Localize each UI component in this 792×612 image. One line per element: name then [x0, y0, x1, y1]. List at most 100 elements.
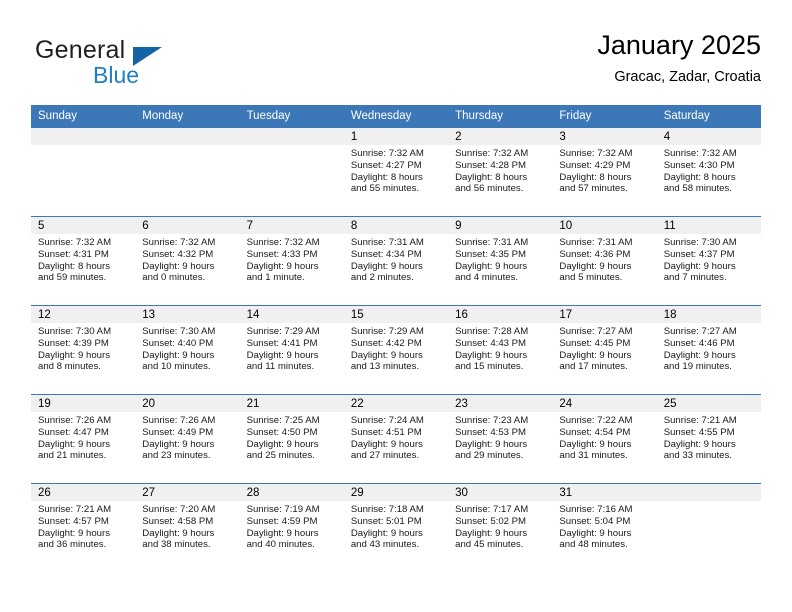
day-detail-line: Daylight: 9 hours: [350, 527, 423, 539]
calendar-cell-day-19[interactable]: 19 Sunrise: 7:26 AM Sunset: 4:47 PM Dayligh…: [31, 394, 136, 484]
day-details: Sunrise: 7:29 AM Sunset: 4:41 PM Daylight:…: [240, 323, 344, 373]
day-cell: 16 Sunrise: 7:28 AM Sunset: 4:43 PM Dayligh…: [448, 306, 553, 394]
day-number: 10: [552, 217, 657, 234]
day-detail-line: Daylight: 8 hours: [455, 171, 528, 183]
day-number: 11: [656, 217, 761, 234]
day-detail-line: Sunrise: 7:21 AM: [38, 504, 112, 515]
day-details: Sunrise: 7:27 AM Sunset: 4:45 PM Daylight:…: [552, 323, 656, 373]
day-number: [239, 128, 344, 145]
day-details: Sunrise: 7:32 AM Sunset: 4:32 PM Daylight:…: [135, 234, 239, 284]
day-detail-line: Sunrise: 7:18 AM: [350, 504, 424, 515]
day-number: 24: [552, 395, 657, 412]
day-details: Sunrise: 7:23 AM Sunset: 4:53 PM Daylight:…: [448, 412, 552, 462]
day-detail-line: Sunset: 4:49 PM: [142, 426, 214, 438]
day-number: 6: [135, 217, 240, 234]
calendar-cell-day-24[interactable]: 24 Sunrise: 7:22 AM Sunset: 4:54 PM Dayligh…: [552, 394, 657, 484]
day-details: Sunrise: 7:30 AM Sunset: 4:39 PM Daylight:…: [31, 323, 135, 373]
day-detail-line: and 8 minutes.: [38, 361, 101, 373]
calendar-cell-day-20[interactable]: 20 Sunrise: 7:26 AM Sunset: 4:49 PM Dayligh…: [135, 394, 240, 484]
day-details: Sunrise: 7:27 AM Sunset: 4:46 PM Daylight:…: [657, 323, 761, 373]
day-detail-line: Sunset: 4:45 PM: [559, 337, 631, 349]
day-detail-line: Sunset: 4:35 PM: [455, 248, 527, 260]
calendar-cell-day-26[interactable]: 26 Sunrise: 7:21 AM Sunset: 4:57 PM Dayligh…: [31, 483, 136, 572]
calendar-cell-day-11[interactable]: 11 Sunrise: 7:30 AM Sunset: 4:37 PM Dayligh…: [656, 216, 761, 306]
day-cell: 11 Sunrise: 7:30 AM Sunset: 4:37 PM Dayligh…: [656, 217, 761, 305]
calendar-cell-day-1[interactable]: 1 Sunrise: 7:32 AM Sunset: 4:27 PM Daylight…: [343, 127, 449, 217]
brand-word-blue: Blue: [93, 62, 140, 88]
day-number: 5: [31, 217, 136, 234]
day-detail-line: Sunrise: 7:30 AM: [38, 326, 112, 337]
day-detail-line: and 13 minutes.: [350, 361, 420, 373]
calendar-cell-day-8[interactable]: 8 Sunrise: 7:31 AM Sunset: 4:34 PM Daylight…: [343, 216, 449, 306]
day-details: Sunrise: 7:32 AM Sunset: 4:27 PM Daylight:…: [344, 145, 448, 195]
title-block: January 2025 Gracac, Zadar, Croatia: [597, 28, 761, 88]
day-detail-line: Daylight: 8 hours: [350, 171, 423, 183]
calendar-cell-day-23[interactable]: 23 Sunrise: 7:23 AM Sunset: 4:53 PM Dayligh…: [448, 394, 553, 484]
day-number: 7: [239, 217, 344, 234]
day-details: Sunrise: 7:31 AM Sunset: 4:34 PM Daylight:…: [344, 234, 448, 284]
day-detail-line: Sunrise: 7:17 AM: [455, 504, 529, 515]
day-number: [135, 128, 240, 145]
day-detail-line: and 27 minutes.: [350, 450, 420, 462]
calendar-cell-day-30[interactable]: 30 Sunrise: 7:17 AM Sunset: 5:02 PM Dayligh…: [448, 483, 553, 572]
calendar-cell-day-13[interactable]: 13 Sunrise: 7:30 AM Sunset: 4:40 PM Dayligh…: [135, 305, 240, 395]
calendar-cell-day-31[interactable]: 31 Sunrise: 7:16 AM Sunset: 5:04 PM Dayligh…: [552, 483, 657, 572]
calendar-cell-day-29[interactable]: 29 Sunrise: 7:18 AM Sunset: 5:01 PM Dayligh…: [343, 483, 449, 572]
day-detail-line: Sunset: 4:41 PM: [246, 337, 318, 349]
calendar-cell-day-5[interactable]: 5 Sunrise: 7:32 AM Sunset: 4:31 PM Daylight…: [31, 216, 136, 306]
brand-logo[interactable]: General Blue: [35, 36, 275, 92]
weekday-header-tuesday: Tuesday: [239, 105, 344, 128]
calendar-cell-day-10[interactable]: 10 Sunrise: 7:31 AM Sunset: 4:36 PM Dayligh…: [552, 216, 657, 306]
day-detail-line: and 23 minutes.: [142, 450, 211, 462]
day-detail-line: Sunset: 5:01 PM: [350, 515, 422, 527]
calendar-cell-day-21[interactable]: 21 Sunrise: 7:25 AM Sunset: 4:50 PM Dayligh…: [239, 394, 344, 484]
calendar-cell-day-22[interactable]: 22 Sunrise: 7:24 AM Sunset: 4:51 PM Dayligh…: [343, 394, 449, 484]
calendar-cell-day-9[interactable]: 9 Sunrise: 7:31 AM Sunset: 4:35 PM Daylight…: [448, 216, 553, 306]
day-detail-line: Sunrise: 7:21 AM: [663, 415, 737, 426]
day-details: Sunrise: 7:26 AM Sunset: 4:49 PM Daylight:…: [135, 412, 239, 462]
day-detail-line: Sunset: 4:47 PM: [38, 426, 109, 438]
calendar-cell-day-18[interactable]: 18 Sunrise: 7:27 AM Sunset: 4:46 PM Dayligh…: [656, 305, 761, 395]
day-detail-line: and 17 minutes.: [559, 361, 628, 373]
calendar-cell-day-15[interactable]: 15 Sunrise: 7:29 AM Sunset: 4:42 PM Dayligh…: [343, 305, 449, 395]
day-details: Sunrise: 7:29 AM Sunset: 4:42 PM Daylight:…: [344, 323, 448, 373]
day-detail-line: Sunrise: 7:16 AM: [559, 504, 633, 515]
day-detail-line: Daylight: 9 hours: [350, 349, 423, 361]
calendar-cell-day-4[interactable]: 4 Sunrise: 7:32 AM Sunset: 4:30 PM Daylight…: [656, 127, 761, 217]
calendar-cell-day-28[interactable]: 28 Sunrise: 7:19 AM Sunset: 4:59 PM Dayligh…: [239, 483, 344, 572]
calendar-cell-day-25[interactable]: 25 Sunrise: 7:21 AM Sunset: 4:55 PM Dayligh…: [656, 394, 761, 484]
day-detail-line: Sunrise: 7:25 AM: [246, 415, 320, 426]
calendar-cell-day-7[interactable]: 7 Sunrise: 7:32 AM Sunset: 4:33 PM Daylight…: [239, 216, 344, 306]
calendar-cell-day-27[interactable]: 27 Sunrise: 7:20 AM Sunset: 4:58 PM Dayligh…: [135, 483, 240, 572]
calendar-body: 1 Sunrise: 7:32 AM Sunset: 4:27 PM Daylight…: [31, 127, 761, 572]
day-cell: 18 Sunrise: 7:27 AM Sunset: 4:46 PM Dayligh…: [656, 306, 761, 394]
calendar-table: Sunday Monday Tuesday Wednesday Thursday Frid…: [31, 105, 761, 572]
day-number: 15: [343, 306, 449, 323]
day-cell: 26 Sunrise: 7:21 AM Sunset: 4:57 PM Dayligh…: [31, 484, 136, 572]
day-cell: 21 Sunrise: 7:25 AM Sunset: 4:50 PM Dayligh…: [239, 395, 344, 483]
day-detail-line: Daylight: 9 hours: [246, 260, 319, 272]
day-details: Sunrise: 7:17 AM Sunset: 5:02 PM Daylight:…: [448, 501, 552, 551]
day-details: Sunrise: 7:30 AM Sunset: 4:40 PM Daylight:…: [135, 323, 239, 373]
calendar-cell-day-2[interactable]: 2 Sunrise: 7:32 AM Sunset: 4:28 PM Daylight…: [448, 127, 553, 217]
day-detail-line: Sunset: 4:31 PM: [38, 248, 109, 260]
day-detail-line: and 10 minutes.: [142, 361, 211, 373]
day-detail-line: Daylight: 9 hours: [142, 438, 215, 450]
day-detail-line: Sunset: 4:32 PM: [142, 248, 214, 260]
day-detail-line: and 0 minutes.: [142, 272, 206, 284]
day-cell: 10 Sunrise: 7:31 AM Sunset: 4:36 PM Dayligh…: [552, 217, 657, 305]
calendar-cell-day-14[interactable]: 14 Sunrise: 7:29 AM Sunset: 4:41 PM Dayligh…: [239, 305, 344, 395]
day-cell: 25 Sunrise: 7:21 AM Sunset: 4:55 PM Dayligh…: [656, 395, 761, 483]
day-cell: 4 Sunrise: 7:32 AM Sunset: 4:30 PM Daylight…: [656, 128, 761, 216]
calendar-cell-day-3[interactable]: 3 Sunrise: 7:32 AM Sunset: 4:29 PM Daylight…: [552, 127, 657, 217]
calendar-cell-day-12[interactable]: 12 Sunrise: 7:30 AM Sunset: 4:39 PM Dayligh…: [31, 305, 136, 395]
calendar-cell-day-17[interactable]: 17 Sunrise: 7:27 AM Sunset: 4:45 PM Dayligh…: [552, 305, 657, 395]
day-detail-line: Sunset: 4:53 PM: [455, 426, 527, 438]
day-detail-line: Sunset: 4:42 PM: [350, 337, 422, 349]
day-details: Sunrise: 7:19 AM Sunset: 4:59 PM Daylight:…: [240, 501, 344, 551]
day-cell: 24 Sunrise: 7:22 AM Sunset: 4:54 PM Dayligh…: [552, 395, 657, 483]
calendar-cell-day-16[interactable]: 16 Sunrise: 7:28 AM Sunset: 4:43 PM Dayligh…: [448, 305, 553, 395]
calendar-cell-day-6[interactable]: 6 Sunrise: 7:32 AM Sunset: 4:32 PM Daylight…: [135, 216, 240, 306]
day-detail-line: and 5 minutes.: [559, 272, 623, 284]
day-cell: 14 Sunrise: 7:29 AM Sunset: 4:41 PM Dayligh…: [239, 306, 344, 394]
